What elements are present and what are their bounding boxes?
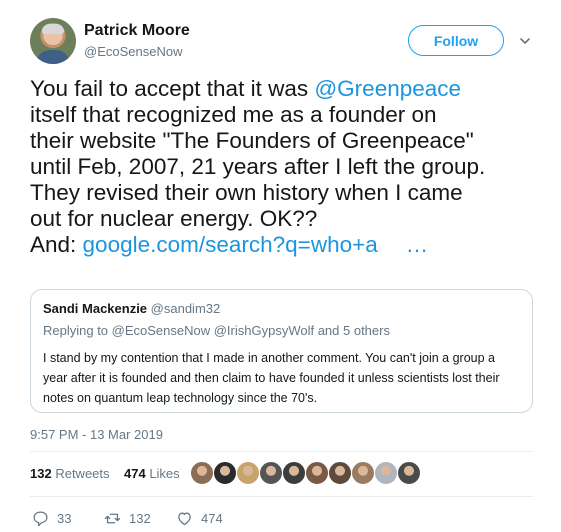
divider [30, 451, 533, 452]
liker-avatar[interactable] [236, 461, 260, 485]
likes-label: Likes [149, 466, 180, 481]
tweet-text-line: They revised their own history when I ca… [30, 180, 463, 205]
author-avatar[interactable] [30, 18, 76, 64]
chevron-down-icon[interactable] [518, 34, 532, 48]
likes-stat[interactable]: 474 Likes [124, 466, 180, 481]
tweet-text-line: until Feb, 2007, 21 years after I left t… [30, 154, 486, 179]
like-action[interactable]: 474 [176, 510, 223, 527]
author-name[interactable]: Patrick Moore [84, 22, 190, 40]
liker-avatar[interactable] [190, 461, 214, 485]
heart-icon [178, 512, 191, 526]
mention-link[interactable]: @Greenpeace [314, 76, 461, 101]
retweets-count: 132 [30, 466, 52, 481]
quote-author-name: Sandi Mackenzie [43, 301, 148, 316]
liker-avatar[interactable] [259, 461, 283, 485]
author-handle[interactable]: @EcoSenseNow [84, 44, 182, 59]
liker-avatar[interactable] [351, 461, 375, 485]
quote-author-handle: @sandim32 [150, 301, 221, 316]
tweet-text-line: itself that recognized me as a founder o… [30, 102, 437, 127]
tweet-text-segment: You fail to accept that it was [30, 76, 315, 101]
retweets-stat[interactable]: 132 Retweets [30, 466, 110, 481]
tweet-text-segment: And: [30, 232, 83, 257]
follow-button[interactable]: Follow [408, 25, 504, 56]
reply-count: 33 [57, 511, 72, 526]
tweet-text-line: out for nuclear energy. OK?? [30, 206, 318, 231]
quote-replying-to: Replying to @EcoSenseNow @IrishGypsyWolf… [43, 323, 390, 338]
tweet-text: You fail to accept that it was @Greenpea… [30, 76, 540, 258]
liker-avatar[interactable] [397, 461, 421, 485]
likes-count: 474 [123, 466, 146, 481]
liker-avatar[interactable] [213, 461, 237, 485]
quote-author[interactable]: Sandi Mackenzie @sandim32 [43, 301, 220, 316]
tweet-text-line: their website "The Founders of Greenpeac… [30, 128, 474, 153]
liker-avatar[interactable] [282, 461, 306, 485]
retweets-label: Retweets [55, 466, 110, 481]
reply-action[interactable]: 33 [32, 510, 71, 527]
retweet-action[interactable]: 132 [104, 510, 151, 527]
avatar-shirt [36, 50, 70, 64]
like-count: 474 [201, 511, 223, 526]
quoted-tweet[interactable]: Sandi Mackenzie @sandim32 Replying to @E… [30, 289, 533, 413]
retweet-icon [104, 513, 121, 524]
avatar-hair [42, 24, 64, 34]
retweet-count: 132 [129, 511, 151, 526]
liker-avatar[interactable] [305, 461, 329, 485]
tweet-timestamp[interactable]: 9:57 PM - 13 Mar 2019 [30, 427, 163, 442]
link-ellipsis[interactable]: … [406, 232, 429, 257]
divider [30, 496, 533, 497]
engagement-stats: 132 Retweets 474 Likes [30, 466, 180, 481]
liker-avatar[interactable] [328, 461, 352, 485]
reply-icon [33, 511, 48, 527]
liker-avatar[interactable] [374, 461, 398, 485]
quote-text: I stand by my contention that I made in … [43, 351, 500, 405]
url-link[interactable]: google.com/search?q=who+a [83, 232, 378, 257]
